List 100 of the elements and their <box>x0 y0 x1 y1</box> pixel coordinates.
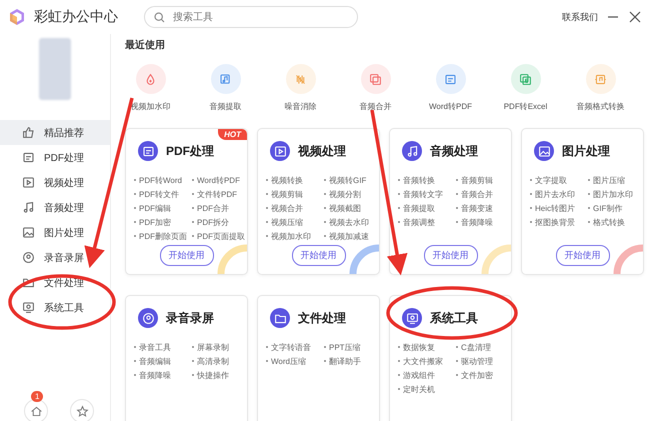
start-button[interactable]: 开始使用 <box>424 245 478 266</box>
sidebar-item[interactable]: PDF处理 <box>0 145 110 170</box>
tool-link[interactable]: 视频去水印 <box>324 217 379 228</box>
tool-link[interactable]: 音频降噪 <box>134 370 192 381</box>
recent-tool-label[interactable]: 音频提取 <box>210 101 242 112</box>
tool-link[interactable]: 视频合并 <box>266 203 324 214</box>
tool-link[interactable]: 音频编辑 <box>134 356 192 367</box>
tool-link[interactable]: Word压缩 <box>266 356 324 367</box>
tool-link[interactable]: 快捷操作 <box>192 370 247 381</box>
sidebar-item[interactable]: 系统工具 <box>0 295 110 320</box>
tool-link[interactable]: 文字转语音 <box>266 342 324 353</box>
recent-tool-icon[interactable] <box>360 64 390 94</box>
tool-link[interactable]: 翻译助手 <box>324 356 379 367</box>
recent-tool-icon[interactable] <box>136 64 166 94</box>
close-icon[interactable] <box>628 10 642 24</box>
sidebar-item-icon <box>22 126 35 139</box>
tool-link[interactable]: 文件加密 <box>456 370 511 381</box>
recent-tool-icon[interactable] <box>510 64 540 94</box>
contact-link[interactable]: 联系我们 <box>562 10 598 24</box>
tool-link[interactable]: PDF转Word <box>134 175 192 186</box>
tool-link[interactable]: Heic转图片 <box>530 203 588 214</box>
tool-link[interactable]: 音频变速 <box>456 203 511 214</box>
category-glyph-icon <box>406 312 418 324</box>
tool-link[interactable]: Word转PDF <box>192 175 247 186</box>
tool-link[interactable]: 文字提取 <box>530 175 588 186</box>
sidebar-item[interactable]: 音频处理 <box>0 195 110 220</box>
search-field[interactable]: 搜索工具 <box>144 6 358 28</box>
recent-tool-label[interactable]: Word转PDF <box>429 101 472 112</box>
start-button[interactable]: 开始使用 <box>160 245 214 266</box>
sidebar-item[interactable]: 图片处理 <box>0 220 110 245</box>
tool-link[interactable]: 视频转换 <box>266 175 324 186</box>
tool-link[interactable]: 音频降噪 <box>456 217 511 228</box>
hot-badge: HOT <box>218 129 247 140</box>
tool-link[interactable]: GIF制作 <box>588 203 643 214</box>
tool-link[interactable]: PDF转文件 <box>134 189 192 200</box>
sidebar-item[interactable]: 精品推荐 <box>0 120 110 145</box>
recent-tool-icon[interactable] <box>586 64 616 94</box>
tool-link[interactable]: 音频剪辑 <box>456 175 511 186</box>
tool-link[interactable]: 视频剪辑 <box>266 189 324 200</box>
tool-link[interactable]: 图片去水印 <box>530 189 588 200</box>
star-icon <box>76 404 88 418</box>
recent-tool-label[interactable]: 音频格式转换 <box>576 101 624 112</box>
tool-link[interactable]: 视频加减速 <box>324 231 379 242</box>
tool-link[interactable]: PDF页面提取 <box>192 231 247 242</box>
start-button[interactable]: 开始使用 <box>292 245 346 266</box>
tool-link[interactable]: 音频提取 <box>398 203 456 214</box>
sidebar-item-icon <box>22 176 35 189</box>
tool-link[interactable]: 视频加水印 <box>266 231 324 242</box>
recent-tool-label[interactable]: 音频合并 <box>360 101 392 112</box>
category-glyph-icon <box>142 312 154 324</box>
tool-link[interactable]: 图片压缩 <box>588 175 643 186</box>
start-button[interactable]: 开始使用 <box>556 245 610 266</box>
tool-link[interactable]: 格式转换 <box>588 217 643 228</box>
tool-glyph-icon <box>369 72 382 86</box>
favorites-button[interactable] <box>70 399 94 421</box>
tool-link[interactable]: PDF加密 <box>134 217 192 228</box>
tool-link[interactable]: 高清录制 <box>192 356 247 367</box>
recent-tool-label[interactable]: PDF转Excel <box>504 101 548 112</box>
tool-link[interactable]: 抠图换背景 <box>530 217 588 228</box>
tool-link[interactable]: 音频转文字 <box>398 189 456 200</box>
card-title: 系统工具 <box>430 310 478 326</box>
tool-glyph-icon <box>219 72 232 86</box>
recent-tool-label[interactable]: 噪音消除 <box>284 101 316 112</box>
tool-link[interactable]: 驱动管理 <box>456 356 511 367</box>
sidebar-item[interactable]: 视频处理 <box>0 170 110 195</box>
tool-link[interactable]: 屏幕录制 <box>192 342 247 353</box>
card-title: 文件处理 <box>298 310 346 326</box>
tool-glyph-icon <box>144 72 157 86</box>
recent-tool-icon[interactable] <box>210 64 240 94</box>
card-title: 音频处理 <box>430 142 478 160</box>
tool-link[interactable]: 游戏组件 <box>398 370 456 381</box>
tool-link[interactable]: C盘清理 <box>456 342 511 353</box>
tool-link[interactable]: PDF合并 <box>192 203 247 214</box>
tool-link[interactable]: 视频压缩 <box>266 217 324 228</box>
tool-link[interactable]: 音频合并 <box>456 189 511 200</box>
tool-glyph-icon <box>444 72 457 86</box>
card-title: 录音录屏 <box>166 310 214 326</box>
recent-tool-icon[interactable] <box>286 64 316 94</box>
tool-link[interactable]: 音频转换 <box>398 175 456 186</box>
recent-tool-label[interactable]: 视频加水印 <box>130 101 170 112</box>
recent-tool-icon[interactable] <box>436 64 466 94</box>
sidebar-item-icon <box>22 276 35 289</box>
tool-link[interactable]: PDF编辑 <box>134 203 192 214</box>
tool-link[interactable]: PPT压缩 <box>324 342 379 353</box>
tool-link[interactable]: 图片加水印 <box>588 189 643 200</box>
tool-link[interactable]: 视频分割 <box>324 189 379 200</box>
tool-link[interactable]: PDF拆分 <box>192 217 247 228</box>
tool-link[interactable]: 定时关机 <box>398 384 456 395</box>
sidebar-item-icon <box>22 151 35 164</box>
tool-link[interactable]: PDF删除页面 <box>134 231 192 242</box>
tool-link[interactable]: 录音工具 <box>134 342 192 353</box>
tool-link[interactable]: 数据恢复 <box>398 342 456 353</box>
tool-link[interactable]: 视频截图 <box>324 203 379 214</box>
card-title: 视频处理 <box>298 142 346 160</box>
tool-link[interactable]: 文件转PDF <box>192 189 247 200</box>
sidebar-item-icon <box>22 201 35 214</box>
sidebar-item[interactable]: 录音录屏 <box>0 245 110 270</box>
tool-link[interactable]: 视频转GIF <box>324 175 379 186</box>
tool-link[interactable]: 大文件搬家 <box>398 356 456 367</box>
tool-link[interactable]: 音频调整 <box>398 217 456 228</box>
